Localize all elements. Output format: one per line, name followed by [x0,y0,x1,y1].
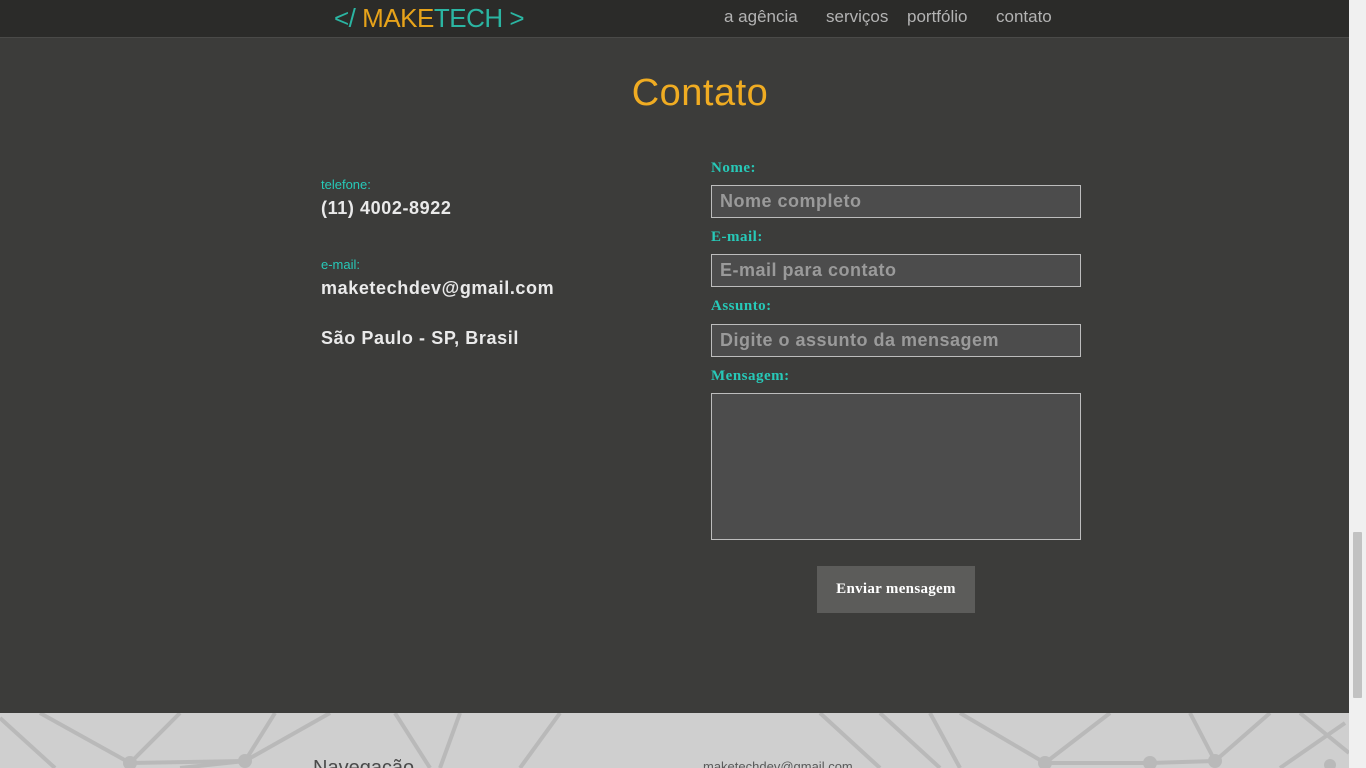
section-title: Contato [631,72,769,114]
phone-value: (11) 4002-8922 [321,198,452,218]
subject-input[interactable] [711,324,1081,357]
nav-link-portfolio[interactable]: portfólio [907,7,967,27]
logo-tech-text: TECH [433,3,503,33]
message-textarea[interactable] [711,393,1081,540]
email-form-label: E-mail: [711,229,763,245]
email-value: maketechdev@gmail.com [321,278,555,298]
scrollbar[interactable] [1349,0,1366,768]
footer-network-pattern [0,713,1349,768]
maketech-logo[interactable]: </ MAKETECH > [334,3,525,33]
logo-make-text: MAKE [362,3,434,33]
email-label: e-mail: [321,257,361,272]
scrollbar-thumb[interactable] [1353,532,1362,698]
nav-link-contato[interactable]: contato [996,7,1052,27]
footer: Navegação maketechdev@gmail.com [0,713,1349,768]
location-value: São Paulo - SP, Brasil [321,328,519,348]
send-message-button[interactable]: Enviar mensagem [817,566,975,613]
logo-close-bracket: > [509,3,525,33]
nav-link-servicos[interactable]: serviços [826,7,888,27]
email-input[interactable] [711,254,1081,287]
footer-email[interactable]: maketechdev@gmail.com [703,759,853,768]
message-label: Mensagem: [711,368,790,384]
name-label: Nome: [711,160,756,176]
subject-label: Assunto: [711,298,772,314]
phone-label: telefone: [321,177,371,192]
name-input[interactable] [711,185,1081,218]
footer-nav-heading: Navegação [313,757,415,768]
nav-link-agencia[interactable]: a agência [724,7,798,27]
top-navbar: </ MAKETECH > a agência serviços portfól… [0,0,1349,38]
logo-open-bracket: </ [334,3,356,33]
